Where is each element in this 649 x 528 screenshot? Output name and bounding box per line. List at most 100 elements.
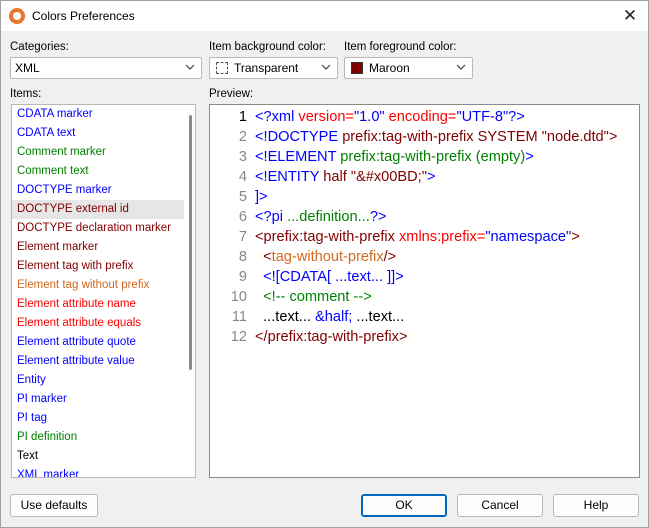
list-item[interactable]: PI marker [12,390,195,409]
code-token: <![CDATA[ [263,269,332,285]
list-item[interactable]: Entity [12,371,195,390]
code-token: > [525,149,534,165]
items-scrollbar[interactable] [184,105,195,477]
line-number: 2 [238,129,247,145]
list-item[interactable]: Element attribute quote [12,333,195,352]
code-token: comment [285,289,354,305]
list-item[interactable]: CDATA text [12,124,195,143]
line-number: 9 [238,269,247,285]
list-item[interactable]: Element attribute value [12,352,195,371]
code-token: < [255,229,264,245]
code-token: &half; [315,309,353,325]
code-token: /> [383,249,397,265]
code-text: <!ELEMENT prefix:tag-with-prefix (empty)… [255,147,534,167]
items-label: Items: [10,88,42,100]
code-text: <prefix:tag-with-prefix xmlns:prefix="na… [255,227,580,247]
title-bar: Colors Preferences ✕ [1,1,648,31]
code-text: <![CDATA[ ...text... ]]> [255,267,404,287]
code-token: prefix:tag-with-prefix [263,229,399,245]
code-text: <!-- comment --> [255,287,372,307]
list-item[interactable]: CDATA marker [12,105,195,124]
code-token: version [298,109,346,125]
code-text: <!ENTITY half "&#x00BD;"> [255,167,435,187]
list-item[interactable]: Text [12,447,195,466]
code-token: <!ELEMENT [255,149,341,165]
line-number: 12 [230,329,247,345]
code-token: "UTF-8" [456,109,509,125]
item-background-label: Item background color: [209,41,326,53]
color-swatch-icon [351,62,363,74]
code-text: <?xml version="1.0" encoding="UTF-8"?> [255,107,525,127]
code-token: <!DOCTYPE [255,129,343,145]
item-foreground-combo[interactable]: Maroon [344,57,473,79]
chevron-down-icon [321,62,331,72]
code-token: </ [255,329,268,345]
code-text: ]> [255,187,268,207]
code-text: ...text... &half; ...text... [255,307,404,327]
line-number: 5 [238,189,247,205]
item-foreground-value: Maroon [369,61,410,75]
code-text: <tag-without-prefix/> [255,247,396,267]
chevron-down-icon [456,62,466,72]
code-token: --> [353,289,372,305]
code-token: <!-- [263,289,286,305]
transparent-swatch-icon [216,62,228,74]
help-button[interactable]: Help [553,494,639,517]
list-item[interactable]: DOCTYPE marker [12,181,195,200]
list-item[interactable]: Element marker [12,238,195,257]
list-item[interactable]: Comment text [12,162,195,181]
code-token: > [398,329,408,345]
close-button[interactable]: ✕ [618,4,642,28]
list-item[interactable]: Element attribute name [12,295,195,314]
code-token: "namespace" [485,229,572,245]
line-number: 3 [238,149,247,165]
colors-preferences-dialog: Colors Preferences ✕ Categories: XML Ite… [0,0,649,528]
code-token: ?> [508,109,525,125]
code-token: ...text... [352,309,405,325]
code-token: ...text... [255,309,316,325]
code-token: "1.0" [353,109,389,125]
code-text: </prefix:tag-with-prefix> [255,327,408,347]
line-number: 7 [238,229,247,245]
chevron-down-icon [185,62,195,72]
list-item[interactable]: PI definition [12,428,195,447]
list-item[interactable]: DOCTYPE external id [12,200,195,219]
app-logo-icon [9,8,25,24]
line-number: 10 [230,289,247,305]
code-token: half "&#x00BD;" [323,169,427,185]
item-foreground-label: Item foreground color: [344,41,457,53]
list-item[interactable]: Element tag without prefix [12,276,195,295]
use-defaults-button[interactable]: Use defaults [10,494,98,517]
ok-button[interactable]: OK [361,494,447,517]
scrollbar-thumb[interactable] [189,115,192,370]
list-item[interactable]: DOCTYPE declaration marker [12,219,195,238]
list-item[interactable]: Comment marker [12,143,195,162]
list-item[interactable]: Element attribute equals [12,314,195,333]
item-background-value: Transparent [234,61,299,75]
items-list[interactable]: CDATA marker CDATA text Comment marker Comm… [11,104,196,478]
code-token: <?xml [255,109,299,125]
items-container: CDATA marker CDATA text Comment marker Comm… [12,105,195,477]
code-token: ]]> [387,269,404,285]
close-icon: ✕ [622,6,638,25]
item-background-combo[interactable]: Transparent [209,57,338,79]
line-number: 6 [238,209,247,225]
code-token: ]> [255,189,268,205]
code-text: <?pi ...definition...?> [255,207,386,227]
cancel-button[interactable]: Cancel [457,494,543,517]
code-token: ?> [369,209,387,225]
code-token: prefix:tag-with-prefix SYSTEM "node.dtd"… [342,129,618,145]
dialog-title: Colors Preferences [32,9,135,23]
categories-combo[interactable]: XML [10,57,202,79]
list-item[interactable]: PI tag [12,409,195,428]
list-item[interactable]: XML marker [12,466,195,477]
code-token: ...definition... [287,209,370,225]
line-number: 4 [238,169,247,185]
preview-label: Preview: [209,88,254,100]
code-token: <?pi [255,209,288,225]
list-item[interactable]: Element tag with prefix [12,257,195,276]
line-number: 8 [238,249,247,265]
code-token: > [426,169,436,185]
